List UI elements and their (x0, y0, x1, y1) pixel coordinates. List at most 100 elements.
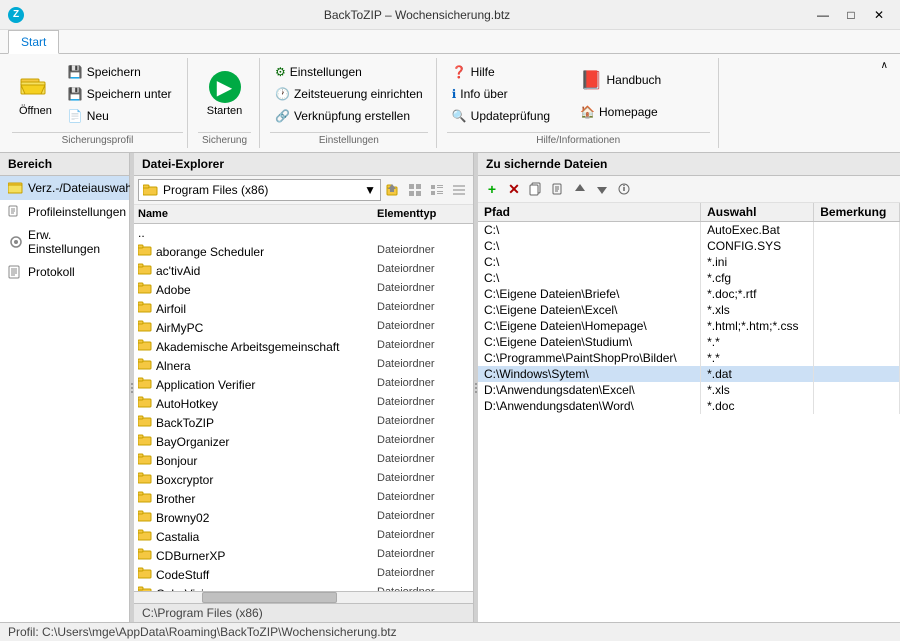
handbuch-button[interactable]: 📕 Handbuch (575, 67, 666, 94)
table-row[interactable]: ColorVisionDateiordner (134, 584, 473, 591)
close-button[interactable]: ✕ (866, 5, 892, 25)
homepage-button[interactable]: 🏠 Homepage (575, 102, 666, 122)
hilfe-button[interactable]: ❓ Hilfe (447, 62, 555, 82)
file-type-cell: Dateiordner (373, 452, 473, 469)
table-row[interactable]: BackToZIPDateiordner (134, 413, 473, 432)
file-name-cell: Castalia (134, 528, 373, 545)
handbuch-icon: 📕 (580, 70, 602, 91)
table-row[interactable]: AutoHotkeyDateiordner (134, 394, 473, 413)
left-panel-header: Bereich (0, 153, 129, 176)
start-button[interactable]: ▶ Starten (200, 66, 249, 122)
open-button[interactable]: Öffnen (12, 66, 59, 122)
auswahl-cell: *.cfg (701, 270, 814, 286)
view-btn-2[interactable] (427, 180, 447, 200)
file-type-cell: Dateiordner (373, 547, 473, 564)
file-explorer-panel: Datei-Explorer Program Files (x86) ▼ Na (134, 153, 474, 622)
view-btn-1[interactable] (405, 180, 425, 200)
info-button[interactable]: ℹ Info über (447, 84, 555, 104)
save-as-button[interactable]: 💾 Speichern unter (63, 84, 177, 104)
file-name-text: .. (138, 226, 145, 240)
tool-btn-7[interactable] (614, 179, 634, 199)
path-cell: C:\ (478, 222, 701, 239)
ribbon-collapse-button[interactable]: ∧ (877, 58, 892, 73)
remove-button[interactable]: ✕ (504, 179, 524, 199)
table-row[interactable]: .. (134, 224, 473, 242)
table-row[interactable]: AlneraDateiordner (134, 356, 473, 375)
panel-item-protokoll[interactable]: Protokoll (0, 260, 129, 284)
table-row[interactable]: D:\Anwendungsdaten\Excel\*.xls (478, 382, 900, 398)
table-row[interactable]: C:\Eigene Dateien\Excel\*.xls (478, 302, 900, 318)
table-row[interactable]: BoxcryptorDateiordner (134, 470, 473, 489)
table-row[interactable]: Akademische ArbeitsgemeinschaftDateiordn… (134, 337, 473, 356)
table-row[interactable]: Browny02Dateiordner (134, 508, 473, 527)
zeitsteuerung-button[interactable]: 🕐 Zeitsteuerung einrichten (270, 84, 428, 104)
verknuepfung-button[interactable]: 🔗 Verknüpfung erstellen (270, 106, 428, 126)
titlebar-title: BackToZIP – Wochensicherung.btz (24, 8, 810, 22)
tool-btn-3[interactable] (526, 179, 546, 199)
minimize-button[interactable]: — (810, 5, 836, 25)
panel-item-dateiauswahl[interactable]: Verz.-/Dateiauswahl (0, 176, 129, 200)
bemerkung-cell (814, 302, 900, 318)
table-row[interactable]: AdobeDateiordner (134, 280, 473, 299)
table-row[interactable]: BrotherDateiordner (134, 489, 473, 508)
folder-icon-small (138, 491, 153, 506)
table-row[interactable]: C:\CONFIG.SYS (478, 238, 900, 254)
tool-btn-5[interactable] (570, 179, 590, 199)
maximize-button[interactable]: □ (838, 5, 864, 25)
table-row[interactable]: AirfoilDateiordner (134, 299, 473, 318)
file-name-text: Application Verifier (156, 378, 255, 392)
nav-up-button[interactable] (383, 180, 403, 200)
table-row[interactable]: ac'tivAidDateiordner (134, 261, 473, 280)
add-button[interactable]: + (482, 179, 502, 199)
einstellungen-button[interactable]: ⚙ Einstellungen (270, 62, 428, 82)
path-cell: C:\ (478, 254, 701, 270)
bemerkung-cell (814, 382, 900, 398)
table-row[interactable]: BonjourDateiordner (134, 451, 473, 470)
table-row[interactable]: CastaliaDateiordner (134, 527, 473, 546)
new-button[interactable]: 📄 Neu (63, 106, 177, 126)
table-row[interactable]: C:\AutoExec.Bat (478, 222, 900, 239)
group-sicherungsprofil: Öffnen 💾 Speichern 💾 Speichern unter 📄 N… (8, 58, 188, 148)
tab-start[interactable]: Start (8, 30, 59, 54)
tool-btn-6[interactable] (592, 179, 612, 199)
content-area: Bereich Verz.-/Dateiauswahl Profileinste… (0, 153, 900, 622)
folder-icon-small (138, 415, 153, 430)
tool-btn-4[interactable] (548, 179, 568, 199)
table-row[interactable]: C:\Windows\Sytem\*.dat (478, 366, 900, 382)
table-row[interactable]: C:\Eigene Dateien\Homepage\*.html;*.htm;… (478, 318, 900, 334)
file-type-cell: Dateiordner (373, 471, 473, 488)
table-row[interactable]: CDBurnerXPDateiordner (134, 546, 473, 565)
table-row[interactable]: C:\*.cfg (478, 270, 900, 286)
scroll-thumb[interactable] (202, 592, 338, 603)
file-type-cell: Dateiordner (373, 528, 473, 545)
update-button[interactable]: 🔍 Updateprüfung (447, 106, 555, 126)
path-dropdown-arrow[interactable]: ▼ (364, 183, 376, 197)
view-btn-3[interactable] (449, 180, 469, 200)
file-name-text: BayOrganizer (156, 435, 229, 449)
file-name-cell: AirMyPC (134, 319, 373, 336)
table-row[interactable]: CodeStuffDateiordner (134, 565, 473, 584)
file-name-cell: BayOrganizer (134, 433, 373, 450)
file-name-text: Akademische Arbeitsgemeinschaft (156, 340, 339, 354)
table-row[interactable]: AirMyPCDateiordner (134, 318, 473, 337)
file-name-cell: Akademische Arbeitsgemeinschaft (134, 338, 373, 355)
table-row[interactable]: Application VerifierDateiordner (134, 375, 473, 394)
table-row[interactable]: aborange SchedulerDateiordner (134, 242, 473, 261)
save-button[interactable]: 💾 Speichern (63, 62, 177, 82)
group-einstellungen-label: Einstellungen (270, 132, 428, 148)
file-type-cell: Dateiordner (373, 414, 473, 431)
folder-icon (143, 184, 159, 196)
horizontal-scrollbar[interactable] (134, 591, 473, 603)
group-sicherungsprofil-label: Sicherungsprofil (12, 132, 183, 148)
table-row[interactable]: BayOrganizerDateiordner (134, 432, 473, 451)
file-name-cell: Application Verifier (134, 376, 373, 393)
panel-item-profileinstellungen[interactable]: Profileinstellungen (0, 200, 129, 224)
table-row[interactable]: C:\Eigene Dateien\Briefe\*.doc;*.rtf (478, 286, 900, 302)
bemerkung-cell (814, 318, 900, 334)
table-row[interactable]: C:\*.ini (478, 254, 900, 270)
table-row[interactable]: D:\Anwendungsdaten\Word\*.doc (478, 398, 900, 414)
file-name-text: Adobe (156, 283, 191, 297)
table-row[interactable]: C:\Programme\PaintShopPro\Bilder\*.* (478, 350, 900, 366)
table-row[interactable]: C:\Eigene Dateien\Studium\*.* (478, 334, 900, 350)
panel-item-erw-einstellungen[interactable]: Erw. Einstellungen (0, 224, 129, 260)
